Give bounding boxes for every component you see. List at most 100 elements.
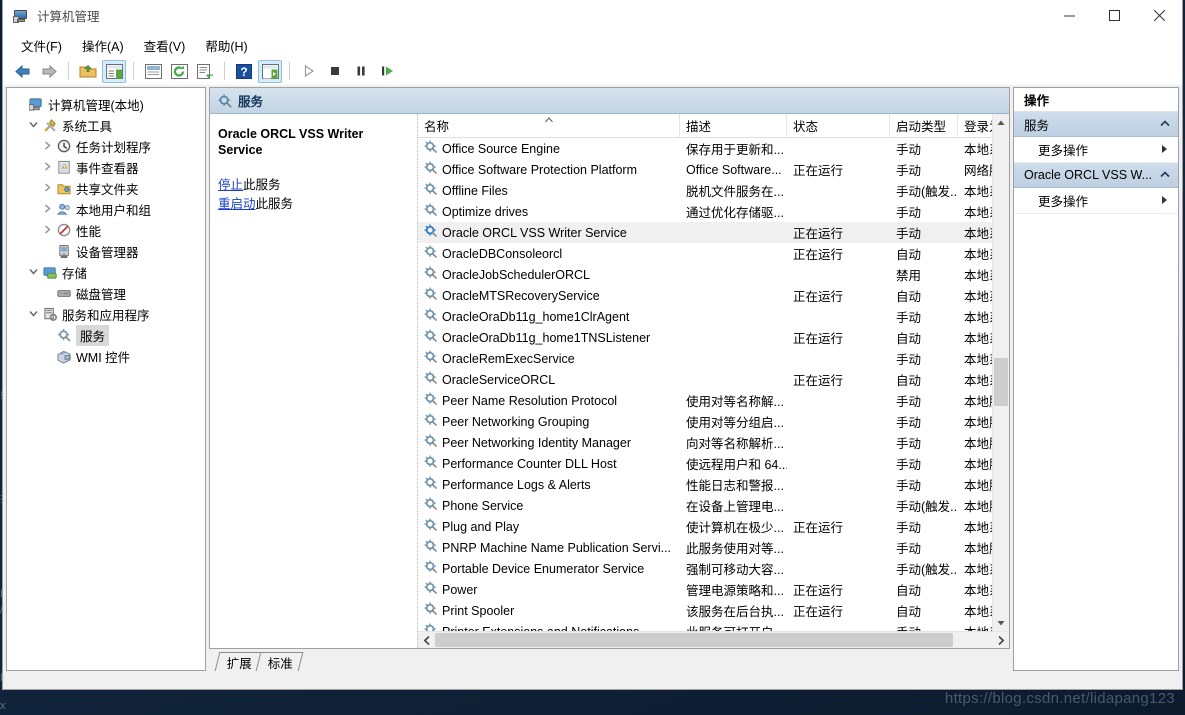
chevron-down-icon[interactable] — [25, 120, 41, 131]
services-column-header[interactable]: 名称 描述 状态 启动类型 登录为 — [418, 114, 992, 138]
vertical-scroll-track[interactable] — [993, 131, 1009, 614]
collapse-caret-icon[interactable] — [1160, 170, 1170, 180]
restart-service-link[interactable]: 重启动 — [218, 197, 256, 211]
chevron-left-icon[interactable] — [418, 632, 435, 648]
tree-services-and-applications[interactable]: 服务和应用程序 — [7, 304, 205, 325]
cell-startup-type: 手动 — [896, 227, 922, 241]
tree-event-viewer[interactable]: 事件查看器 — [7, 157, 205, 178]
vertical-scrollbar[interactable] — [992, 114, 1009, 631]
chevron-right-icon[interactable] — [39, 161, 55, 174]
stop-icon[interactable] — [323, 60, 347, 83]
table-row[interactable]: Peer Networking Grouping 使用对等分组启... 手动 本地服 — [418, 411, 992, 432]
show-tree-icon[interactable] — [102, 59, 126, 83]
menu-action[interactable]: 操作(A) — [72, 33, 134, 58]
minimize-button[interactable] — [1047, 0, 1092, 32]
action-group-services[interactable]: 服务 — [1014, 112, 1178, 137]
actions-pane-title: 操作 — [1014, 88, 1178, 112]
chevron-right-icon[interactable] — [39, 203, 55, 216]
tree-storage[interactable]: 存储 — [7, 262, 205, 283]
vertical-scroll-thumb[interactable] — [994, 358, 1008, 407]
column-header-status[interactable]: 状态 — [787, 114, 890, 138]
action-more-actions-services[interactable]: 更多操作 — [1014, 137, 1178, 163]
table-row[interactable]: Oracle ORCL VSS Writer Service 正在运行 手动 本地系 — [418, 222, 992, 243]
maximize-button[interactable] — [1092, 0, 1137, 32]
table-row[interactable]: PNRP Machine Name Publication Servi... 此服… — [418, 537, 992, 558]
chevron-down-icon[interactable] — [993, 614, 1009, 631]
table-row[interactable]: Offline Files 脱机文件服务在... 手动(触发... 本地系 — [418, 180, 992, 201]
tree-performance[interactable]: 性能 — [7, 220, 205, 241]
tree-shared-folders[interactable]: 共享文件夹 — [7, 178, 205, 199]
back-arrow-icon[interactable] — [11, 60, 35, 83]
console-tree-pane[interactable]: 计算机管理(本地) 系统工具 任务计划程序 事件查看器 共享文件夹 本地用户和组 性能 设备管… — [6, 87, 206, 671]
tree-disk-management-label: 磁盘管理 — [76, 288, 127, 302]
table-row[interactable]: Print Spooler 该服务在后台执... 正在运行 自动 本地系 — [418, 600, 992, 621]
table-row[interactable]: Peer Name Resolution Protocol 使用对等名称解... 手… — [418, 390, 992, 411]
table-row[interactable]: Plug and Play 使计算机在极少... 正在运行 手动 本地系 — [418, 516, 992, 537]
table-row[interactable]: OracleDBConsoleorcl 正在运行 自动 本地系 — [418, 243, 992, 264]
table-row[interactable]: OracleOraDb11g_home1ClrAgent 手动 本地系 — [418, 306, 992, 327]
cell-name: Office Source Engine — [418, 140, 680, 157]
table-row[interactable]: OracleMTSRecoveryService 正在运行 自动 本地系 — [418, 285, 992, 306]
action-pane-icon[interactable] — [258, 59, 282, 83]
chevron-up-icon[interactable] — [993, 114, 1009, 131]
close-button[interactable] — [1137, 0, 1182, 32]
menu-help[interactable]: 帮助(H) — [195, 33, 257, 58]
refresh-icon[interactable] — [167, 60, 191, 83]
table-row[interactable]: Office Source Engine 保存用于更新和... 手动 本地系 — [418, 138, 992, 159]
menu-file[interactable]: 文件(F) — [11, 33, 72, 58]
menu-view[interactable]: 查看(V) — [134, 33, 196, 58]
table-row[interactable]: OracleJobSchedulerORCL 禁用 本地系 — [418, 264, 992, 285]
column-header-description[interactable]: 描述 — [680, 114, 787, 138]
table-row[interactable]: Printer Extensions and Notifications此服务可… — [418, 621, 992, 631]
horizontal-scroll-thumb[interactable] — [435, 633, 953, 647]
table-row[interactable]: Portable Device Enumerator Service 强制可移动大… — [418, 558, 992, 579]
tree-system-tools[interactable]: 系统工具 — [7, 115, 205, 136]
forward-arrow-icon[interactable] — [37, 60, 61, 83]
cell-name: Portable Device Enumerator Service — [418, 560, 680, 577]
collapse-caret-icon[interactable] — [1160, 119, 1170, 129]
chevron-right-icon[interactable] — [39, 182, 55, 195]
table-row[interactable]: Optimize drives 通过优化存储驱... 手动 本地系 — [418, 201, 992, 222]
table-row[interactable]: Phone Service 在设备上管理电... 手动(触发... 本地服 — [418, 495, 992, 516]
column-header-startup-type[interactable]: 启动类型 — [890, 114, 958, 138]
services-list[interactable]: Office Source Engine保存用于更新和...手动本地系Offic… — [418, 138, 992, 631]
column-header-log-on-as[interactable]: 登录为 — [958, 114, 992, 138]
tree-local-users-groups[interactable]: 本地用户和组 — [7, 199, 205, 220]
chevron-down-icon[interactable] — [25, 309, 41, 320]
table-row[interactable]: OracleServiceORCL 正在运行 自动 本地系 — [418, 369, 992, 390]
tree-task-scheduler[interactable]: 任务计划程序 — [7, 136, 205, 157]
folder-up-icon[interactable] — [76, 60, 100, 83]
tree-wmi-control[interactable]: WMI 控件 — [7, 346, 205, 367]
action-group-selected-service[interactable]: Oracle ORCL VSS W... — [1014, 163, 1178, 188]
table-row[interactable]: OracleRemExecService 手动 本地系 — [418, 348, 992, 369]
table-row[interactable]: Power 管理电源策略和... 正在运行 自动 本地系 — [418, 579, 992, 600]
table-row[interactable]: Peer Networking Identity Manager 向对等名称解析.… — [418, 432, 992, 453]
export-list-icon[interactable] — [193, 60, 217, 83]
horizontal-scroll-track[interactable] — [435, 632, 992, 648]
tree-services[interactable]: 服务 — [7, 325, 205, 346]
tree-disk-management[interactable]: 磁盘管理 — [7, 283, 205, 304]
table-row[interactable]: Office Software Protection Platform Offic… — [418, 159, 992, 180]
service-name-label: OracleDBConsoleorcl — [442, 246, 563, 261]
chevron-right-icon[interactable] — [39, 224, 55, 237]
action-more-actions-selected[interactable]: 更多操作 — [1014, 188, 1178, 214]
chevron-down-icon[interactable] — [25, 267, 41, 278]
properties-icon[interactable] — [141, 60, 165, 83]
cell-startup-type: 手动 — [896, 164, 922, 178]
cell-name: Print Spooler — [418, 602, 680, 619]
tree-device-manager[interactable]: 设备管理器 — [7, 241, 205, 262]
table-row[interactable]: Performance Logs & Alerts 性能日志和警报... 手动 本地服 — [418, 474, 992, 495]
play-icon[interactable] — [297, 60, 321, 83]
column-header-name[interactable]: 名称 — [418, 114, 680, 138]
tab-standard[interactable]: 标准 — [255, 652, 304, 671]
help-question-icon[interactable]: ? — [232, 60, 256, 83]
restart-icon[interactable] — [375, 60, 399, 83]
stop-service-link[interactable]: 停止 — [218, 178, 243, 192]
chevron-right-icon[interactable] — [39, 140, 55, 153]
table-row[interactable]: OracleOraDb11g_home1TNSListener 正在运行 自动 本地系 — [418, 327, 992, 348]
horizontal-scrollbar[interactable] — [418, 631, 1009, 648]
chevron-right-icon[interactable] — [992, 632, 1009, 648]
pause-icon[interactable] — [349, 60, 373, 83]
tree-computer-management[interactable]: 计算机管理(本地) — [7, 94, 205, 115]
table-row[interactable]: Performance Counter DLL Host 使远程用户和 64...… — [418, 453, 992, 474]
